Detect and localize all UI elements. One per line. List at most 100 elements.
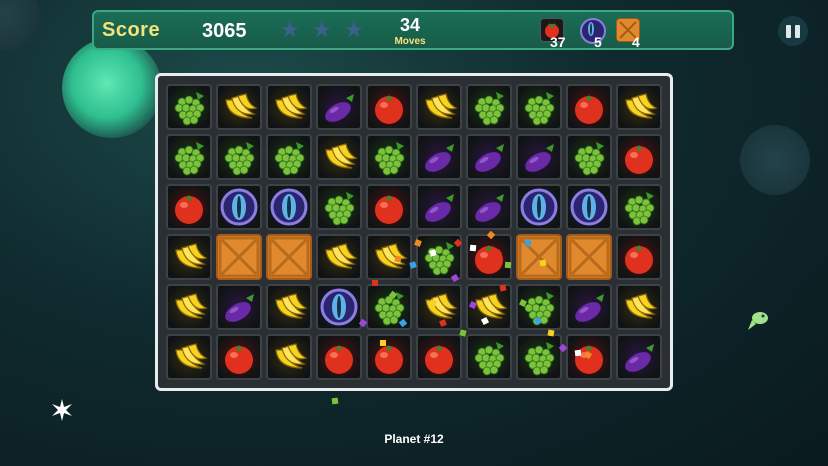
board-cell[interactable] — [466, 84, 512, 130]
board-cell[interactable] — [616, 234, 662, 280]
tomato-icon — [225, 345, 253, 374]
board-cell[interactable] — [366, 84, 412, 130]
board-cell[interactable] — [216, 134, 262, 180]
board-cell[interactable] — [216, 284, 262, 330]
star-icon: ★ — [312, 18, 332, 43]
board-cell[interactable] — [216, 234, 262, 280]
board-cell[interactable] — [366, 134, 412, 180]
tomato-icon — [375, 95, 403, 124]
pause-icon — [786, 24, 791, 38]
board-cell[interactable] — [416, 184, 462, 230]
board-cell[interactable] — [216, 184, 262, 230]
board-cell[interactable] — [416, 334, 462, 380]
grape-icon — [174, 142, 205, 176]
board-cell[interactable] — [166, 234, 212, 280]
level-label: Planet #12 — [384, 432, 444, 446]
board-cell[interactable] — [566, 84, 612, 130]
crate-icon — [218, 236, 260, 278]
goal-tomato-count: 37 — [550, 34, 566, 50]
board-cell[interactable] — [466, 334, 512, 380]
board-cell[interactable] — [166, 84, 212, 130]
moves-value: 34 — [399, 15, 421, 35]
orb-icon — [270, 188, 308, 226]
board-cell[interactable] — [316, 84, 362, 130]
board-cell[interactable] — [516, 84, 562, 130]
board-cell[interactable] — [616, 84, 662, 130]
board-cell[interactable] — [316, 134, 362, 180]
board-cell[interactable] — [566, 234, 612, 280]
board-cell[interactable] — [566, 184, 612, 230]
board-cell[interactable] — [266, 84, 312, 130]
board-cell[interactable] — [366, 234, 412, 280]
pause-button[interactable] — [778, 16, 808, 46]
board-cell[interactable] — [266, 184, 312, 230]
board-cell[interactable] — [216, 84, 262, 130]
eggplant-icon — [625, 344, 654, 372]
board-cell[interactable] — [616, 334, 662, 380]
eggplant-icon — [475, 144, 504, 172]
background-planet — [0, 0, 40, 50]
confetti-piece — [504, 261, 512, 269]
board-cell[interactable] — [516, 234, 562, 280]
board-cell[interactable] — [166, 184, 212, 230]
hud-bar: Score 3065 ★ ★ ★ 34 Moves 37 5 4 — [92, 10, 734, 50]
confetti-piece — [469, 244, 477, 252]
board-cell[interactable] — [166, 284, 212, 330]
eggplant-icon — [225, 294, 254, 322]
pause-icon — [795, 24, 800, 38]
tomato-icon — [425, 345, 453, 374]
banana-icon — [425, 93, 458, 119]
banana-icon — [175, 293, 208, 319]
board-cell[interactable] — [466, 234, 512, 280]
orb-icon — [220, 188, 258, 226]
star-icon: ★ — [280, 18, 300, 43]
board-cell[interactable] — [216, 334, 262, 380]
board-cell[interactable] — [466, 184, 512, 230]
board-cell[interactable] — [416, 84, 462, 130]
eggplant-icon — [475, 194, 504, 222]
board-cell[interactable] — [266, 234, 312, 280]
eggplant-icon — [425, 144, 454, 172]
confetti-piece — [499, 284, 507, 292]
tomato-icon — [375, 195, 403, 224]
board-cell[interactable] — [266, 284, 312, 330]
board-cell[interactable] — [416, 134, 462, 180]
background-planet-dark — [740, 125, 810, 195]
tomato-icon — [325, 345, 353, 374]
orb-icon — [520, 188, 558, 226]
banana-icon — [275, 93, 308, 119]
eggplant-icon — [575, 294, 604, 322]
board-cell[interactable] — [166, 334, 212, 380]
banana-icon — [275, 293, 308, 319]
tomato-icon — [175, 195, 203, 224]
board-cell[interactable] — [316, 184, 362, 230]
board-cell[interactable] — [566, 284, 612, 330]
score-label: Score — [102, 19, 161, 41]
board-cell[interactable] — [316, 234, 362, 280]
board-cell[interactable] — [516, 134, 562, 180]
board-cell[interactable] — [466, 134, 512, 180]
board-cell[interactable] — [516, 334, 562, 380]
board-cell[interactable] — [516, 184, 562, 230]
eggplant-icon — [325, 94, 354, 122]
score-value: 3065 — [202, 20, 247, 42]
goal-orb-icon — [580, 18, 606, 44]
goal-crate-count: 4 — [632, 34, 640, 50]
banana-icon — [175, 343, 208, 369]
grape-icon — [374, 142, 405, 176]
board-cell[interactable] — [566, 134, 612, 180]
grape-icon — [274, 142, 305, 176]
board-cell[interactable] — [616, 134, 662, 180]
board-cell[interactable] — [366, 184, 412, 230]
board-cell[interactable] — [266, 134, 312, 180]
board-cell[interactable] — [616, 184, 662, 230]
board-cell[interactable] — [316, 284, 362, 330]
board-cell[interactable] — [366, 334, 412, 380]
board-cell[interactable] — [166, 134, 212, 180]
confetti-piece — [394, 255, 402, 263]
grape-icon — [474, 92, 505, 126]
board-cell[interactable] — [316, 334, 362, 380]
board-cell[interactable] — [266, 334, 312, 380]
grape-icon — [574, 142, 605, 176]
board-cell[interactable] — [616, 284, 662, 330]
